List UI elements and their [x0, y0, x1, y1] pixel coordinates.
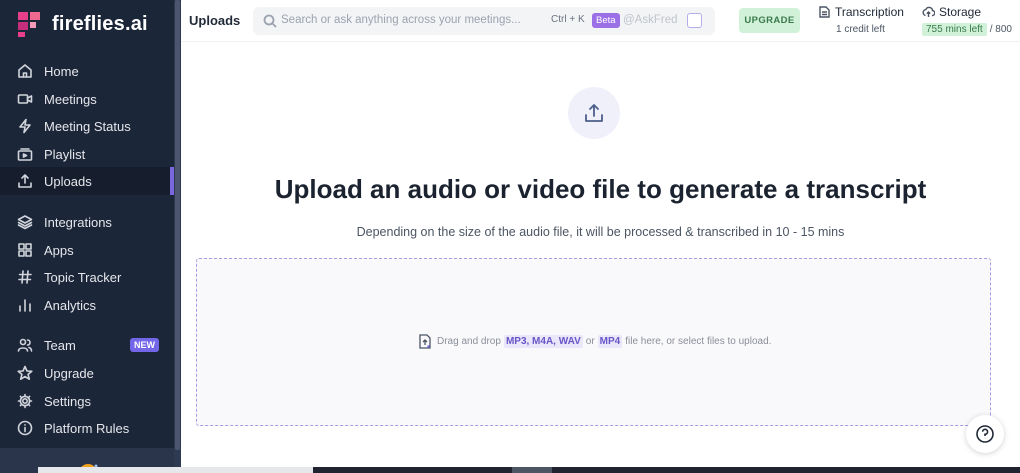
sidebar-item-label: Topic Tracker	[44, 269, 122, 285]
transcription-credits-left: 1 credit left	[836, 24, 885, 35]
star-icon	[16, 364, 34, 382]
help-button[interactable]	[966, 415, 1004, 453]
search-shortcut: Ctrl + K	[551, 14, 585, 25]
sidebar-item-label: Platform Rules	[44, 420, 130, 436]
sidebar-item-label: Upgrade	[44, 365, 94, 381]
brand[interactable]: fireflies.ai	[16, 10, 148, 38]
page-title: Uploads	[189, 13, 241, 28]
sidebar-item-apps[interactable]: Apps	[0, 236, 174, 264]
sidebar-item-playlist[interactable]: Playlist	[0, 140, 174, 168]
sidebar-item-label: Playlist	[44, 146, 86, 162]
upload-icon	[16, 172, 34, 190]
sidebar-item-meetings[interactable]: Meetings	[0, 85, 174, 113]
home-icon	[16, 62, 34, 80]
drop-suffix: file here, or select files to upload.	[625, 336, 772, 347]
askfred-checkbox[interactable]	[687, 13, 702, 28]
audio-formats: MP3, M4A, WAV	[503, 335, 583, 348]
sidebar-item-label: Analytics	[44, 297, 97, 313]
sidebar-item-platform-rules[interactable]: Platform Rules	[0, 414, 174, 442]
drop-prefix: Drag and drop	[437, 336, 501, 347]
transcription-title: Transcription	[835, 5, 904, 19]
sidebar-item-label: Home	[44, 63, 79, 79]
sidebar-item-team[interactable]: Team NEW	[0, 331, 174, 359]
sidebar-item-analytics[interactable]: Analytics	[0, 291, 174, 319]
brand-name: fireflies.ai	[52, 12, 148, 35]
sidebar-item-label: Uploads	[44, 173, 92, 189]
info-icon	[16, 419, 34, 437]
storage-info[interactable]: Storage 755 mins left / 800	[922, 5, 1020, 36]
sidebar-item-label: Team	[44, 337, 76, 353]
beta-badge: Beta	[592, 13, 620, 28]
video-icon	[16, 90, 34, 108]
upload-headline: Upload an audio or video file to generat…	[274, 174, 927, 204]
sidebar-item-label: Apps	[44, 242, 74, 258]
askfred-label: @AskFred	[623, 14, 678, 26]
sidebar-item-home[interactable]: Home	[0, 57, 174, 85]
cloud-upload-icon	[922, 6, 935, 17]
upgrade-button[interactable]: UPGRADE	[739, 8, 800, 33]
sidebar-item-upgrade[interactable]: Upgrade	[0, 359, 174, 387]
document-icon	[819, 6, 830, 18]
gear-icon	[16, 392, 34, 410]
layers-icon	[16, 213, 34, 231]
sidebar-item-integrations[interactable]: Integrations	[0, 208, 174, 236]
sidebar-item-label: Settings	[44, 393, 91, 409]
sidebar-item-label: Integrations	[44, 214, 112, 230]
search-input[interactable]: Search or ask anything across your meeti…	[253, 7, 715, 35]
storage-total: / 800	[989, 24, 1012, 35]
file-upload-icon	[418, 334, 433, 349]
upload-subline: Depending on the size of the audio file,…	[356, 225, 845, 239]
taskbar-light-segment	[38, 467, 313, 473]
help-icon	[976, 425, 994, 443]
taskbar-mid-segment	[512, 467, 552, 473]
sidebar-item-meeting-status[interactable]: Meeting Status	[0, 112, 174, 140]
grid-icon	[16, 241, 34, 259]
dropzone-text[interactable]: Drag and drop MP3, M4A, WAV or MP4 file …	[418, 334, 771, 349]
drop-or: or	[585, 336, 595, 347]
new-badge: NEW	[130, 338, 159, 352]
users-icon	[16, 336, 34, 354]
top-bar: Uploads Search or ask anything across yo…	[181, 0, 1020, 42]
transcription-credits[interactable]: Transcription 1 credit left	[819, 5, 909, 35]
hash-icon	[16, 268, 34, 286]
sidebar-item-label: Meeting Status	[44, 118, 131, 134]
sidebar: fireflies.ai Home Meetings Meeting Statu…	[0, 0, 181, 473]
taskbar-strip	[38, 467, 1020, 473]
storage-title: Storage	[939, 5, 982, 19]
fireflies-logo-icon	[18, 12, 40, 37]
search-icon	[263, 14, 277, 28]
sidebar-item-label: Meetings	[44, 91, 97, 107]
playlist-icon	[16, 145, 34, 163]
sidebar-scroll-thumb[interactable]	[175, 0, 180, 450]
sidebar-item-uploads[interactable]: Uploads	[0, 167, 174, 195]
sidebar-item-topic-tracker[interactable]: Topic Tracker	[0, 263, 174, 291]
bolt-icon	[16, 117, 34, 135]
sidebar-item-settings[interactable]: Settings	[0, 387, 174, 415]
storage-mins-left: 755 mins left	[922, 23, 987, 36]
bar-chart-icon	[16, 296, 34, 314]
upload-icon	[585, 104, 603, 122]
video-format: MP4	[597, 335, 623, 348]
search-placeholder: Search or ask anything across your meeti…	[281, 14, 521, 26]
upload-button[interactable]	[568, 87, 620, 139]
